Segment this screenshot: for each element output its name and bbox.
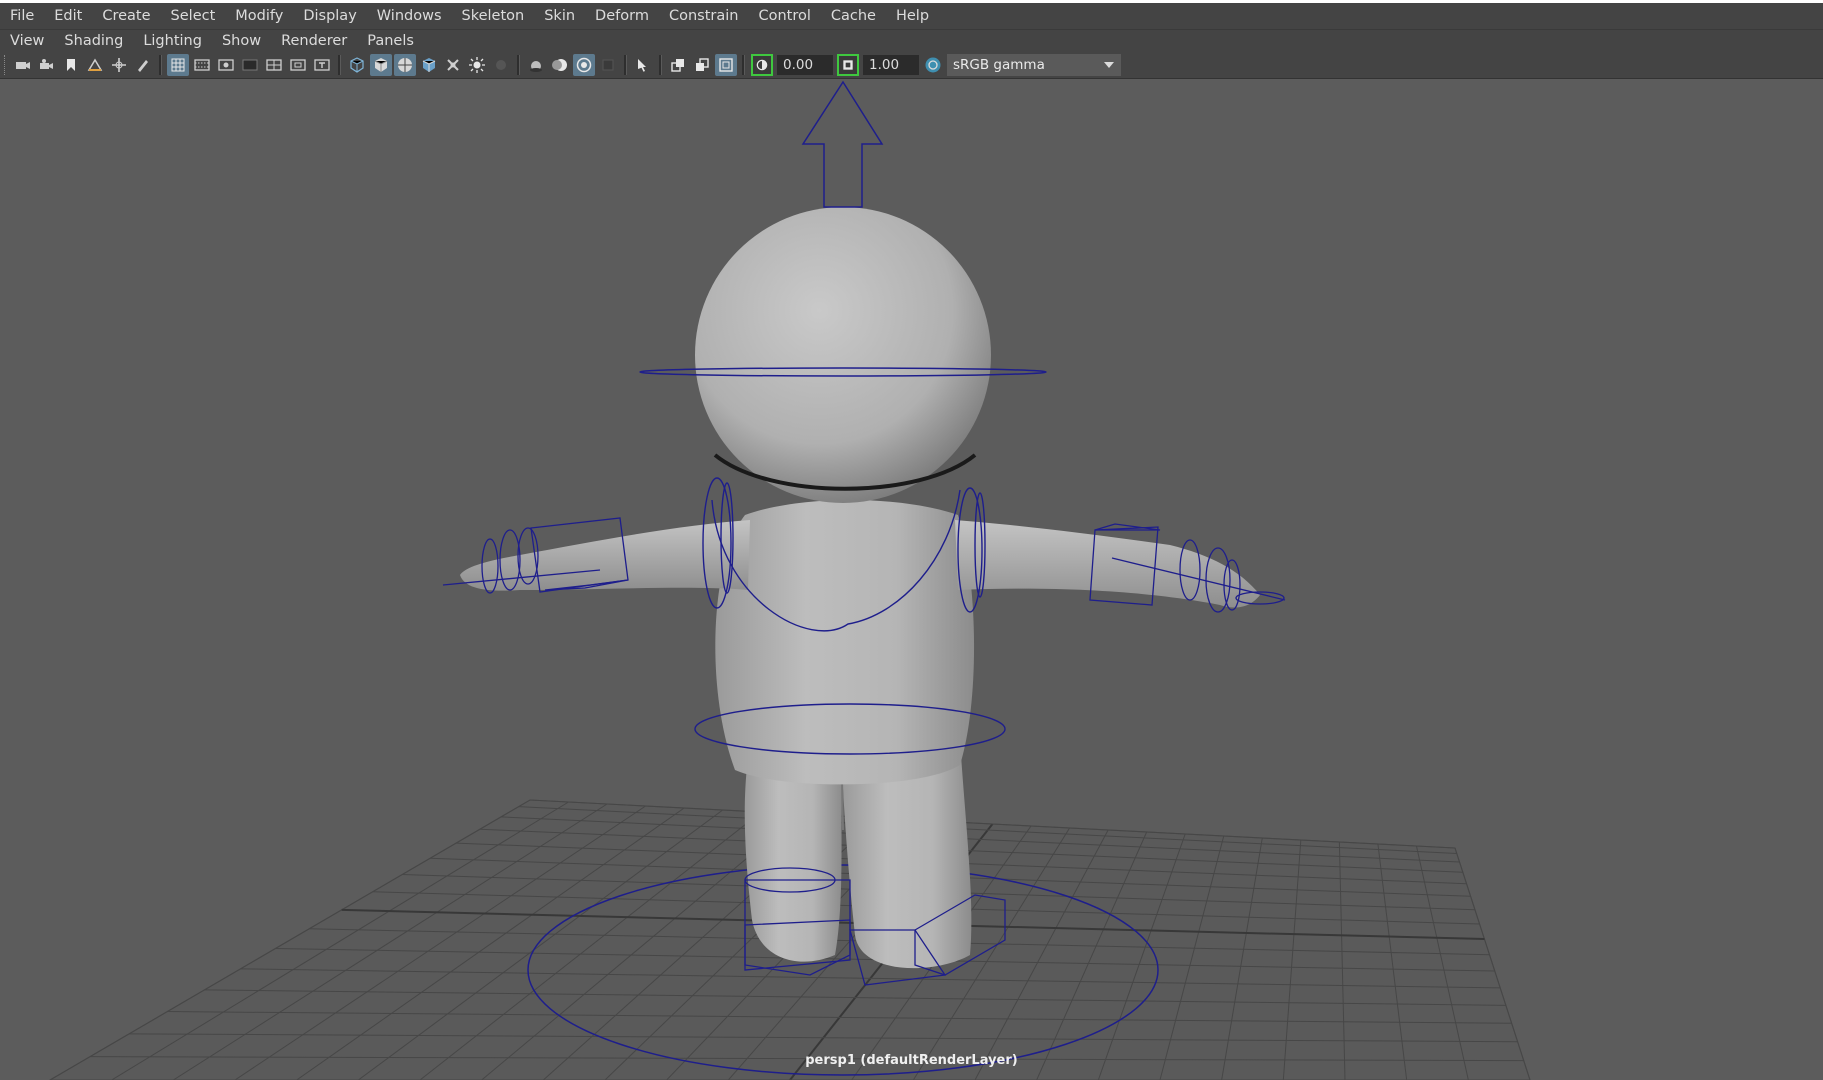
toolbar-separator xyxy=(338,55,341,75)
color-space-value: sRGB gamma xyxy=(953,57,1045,73)
menu-help[interactable]: Help xyxy=(886,3,939,29)
textured-icon[interactable] xyxy=(418,54,440,76)
xray-icon[interactable] xyxy=(632,54,654,76)
screen-space-ao-icon[interactable] xyxy=(490,54,512,76)
safe-title-icon[interactable] xyxy=(311,54,333,76)
motion-blur-icon[interactable] xyxy=(525,54,547,76)
menu-select[interactable]: Select xyxy=(161,3,226,29)
main-menubar: File Edit Create Select Modify Display W… xyxy=(0,3,1823,30)
panel-menu-panels[interactable]: Panels xyxy=(357,30,424,52)
perspective-viewport[interactable]: y x z xyxy=(0,79,1823,1080)
menu-control[interactable]: Control xyxy=(748,3,820,29)
safe-action-icon[interactable] xyxy=(287,54,309,76)
panel-menu-shading[interactable]: Shading xyxy=(54,30,133,52)
grid-icon[interactable] xyxy=(167,54,189,76)
exposure-field[interactable]: 0.00 xyxy=(777,55,833,75)
panel-menu-view[interactable]: View xyxy=(0,30,54,52)
exposure-icon[interactable] xyxy=(751,54,773,76)
toolbar-separator xyxy=(517,55,520,75)
head-arrow-control[interactable] xyxy=(801,80,884,208)
panel-menubar: View Shading Lighting Show Renderer Pane… xyxy=(0,30,1823,52)
toolbar-grip[interactable] xyxy=(4,55,8,75)
smooth-shade-icon[interactable] xyxy=(370,54,392,76)
color-management-icon[interactable] xyxy=(922,54,944,76)
menu-constrain[interactable]: Constrain xyxy=(659,3,749,29)
viewport-scene xyxy=(48,80,1531,1080)
wireframe-on-shaded-icon[interactable] xyxy=(394,54,416,76)
panel-toolbar: 0.00 1.00 sRGB gamma xyxy=(0,52,1823,79)
toolbar-separator xyxy=(742,55,745,75)
chevron-down-icon xyxy=(1103,57,1115,73)
panel-menu-lighting[interactable]: Lighting xyxy=(133,30,212,52)
menu-windows[interactable]: Windows xyxy=(367,3,452,29)
use-all-lights-icon[interactable] xyxy=(442,54,464,76)
gamma-field[interactable]: 1.00 xyxy=(863,55,919,75)
toolbar-separator xyxy=(659,55,662,75)
character-left-arm xyxy=(460,520,750,591)
camera-icon[interactable] xyxy=(12,54,34,76)
grease-pencil-icon[interactable] xyxy=(132,54,154,76)
bookmark-icon[interactable] xyxy=(60,54,82,76)
character-torso xyxy=(715,500,975,785)
xray-joints-icon[interactable] xyxy=(691,54,713,76)
shadows-icon[interactable] xyxy=(466,54,488,76)
gate-mask-icon[interactable] xyxy=(239,54,261,76)
gamma-icon[interactable] xyxy=(837,54,859,76)
menu-skeleton[interactable]: Skeleton xyxy=(452,3,535,29)
panel-menu-renderer[interactable]: Renderer xyxy=(271,30,357,52)
toolbar-separator xyxy=(159,55,162,75)
menu-file[interactable]: File xyxy=(0,3,44,29)
menu-cache[interactable]: Cache xyxy=(821,3,886,29)
menu-deform[interactable]: Deform xyxy=(585,3,659,29)
character-head xyxy=(695,207,991,503)
anti-aliasing-icon[interactable] xyxy=(549,54,571,76)
2d-pan-icon[interactable] xyxy=(108,54,130,76)
camera-attr-icon[interactable] xyxy=(36,54,58,76)
camera-label: persp1 (defaultRenderLayer) xyxy=(805,1053,1018,1068)
depth-of-field-icon[interactable] xyxy=(573,54,595,76)
menu-create[interactable]: Create xyxy=(92,3,160,29)
xray-active-icon[interactable] xyxy=(667,54,689,76)
menu-skin[interactable]: Skin xyxy=(534,3,585,29)
toolbar-separator xyxy=(624,55,627,75)
panel-menu-show[interactable]: Show xyxy=(212,30,271,52)
image-plane-icon[interactable] xyxy=(84,54,106,76)
menu-display[interactable]: Display xyxy=(293,3,366,29)
resolution-gate-icon[interactable] xyxy=(215,54,237,76)
menu-edit[interactable]: Edit xyxy=(44,3,92,29)
isolate-select-icon[interactable] xyxy=(597,54,619,76)
frame-all-icon[interactable] xyxy=(715,54,737,76)
menu-modify[interactable]: Modify xyxy=(225,3,293,29)
film-gate-icon[interactable] xyxy=(191,54,213,76)
color-space-dropdown[interactable]: sRGB gamma xyxy=(947,54,1121,76)
character-right-arm xyxy=(955,520,1260,608)
wireframe-icon[interactable] xyxy=(346,54,368,76)
field-chart-icon[interactable] xyxy=(263,54,285,76)
